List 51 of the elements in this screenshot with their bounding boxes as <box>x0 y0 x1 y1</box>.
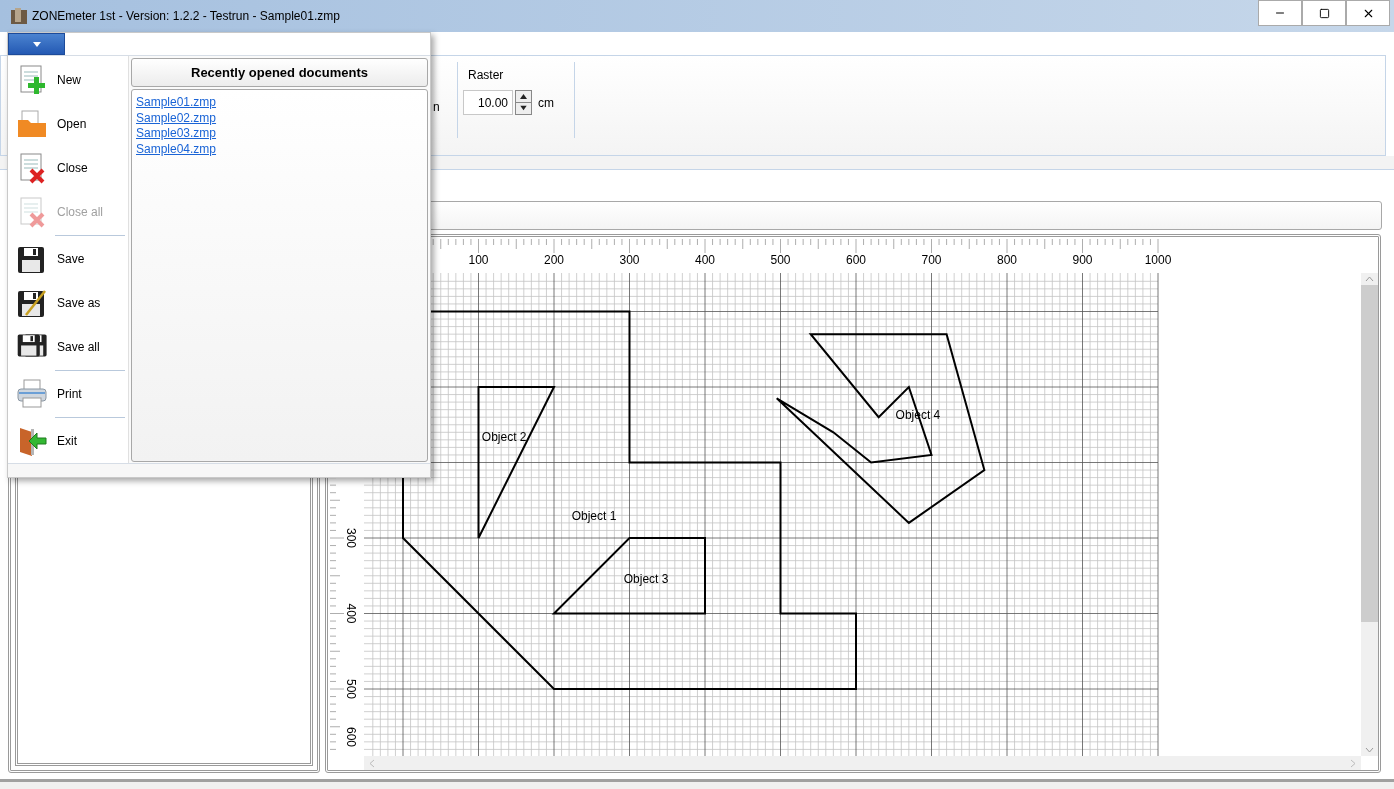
horizontal-scrollbar[interactable] <box>364 756 1361 770</box>
printer-icon <box>16 378 48 410</box>
ruler-label: 100 <box>468 253 489 267</box>
ruler-label: 900 <box>1072 253 1093 267</box>
menu-item[interactable]: Exit <box>8 419 128 463</box>
object-label: Object 3 <box>623 571 669 586</box>
menu-item[interactable]: Save <box>8 237 128 281</box>
raster-spin-field[interactable]: 10.00 <box>463 90 513 115</box>
vertical-scrollbar[interactable] <box>1361 273 1378 756</box>
menu-item[interactable]: Save all <box>8 325 128 369</box>
menu-item[interactable]: Save as <box>8 281 128 325</box>
ruler-label: 700 <box>921 253 942 267</box>
object-label: Object 2 <box>481 429 527 444</box>
menu-item[interactable]: New <box>8 58 128 102</box>
window-title: ZONEmeter 1st - Version: 1.2.2 - Testrun - Sample01.zmp <box>32 8 340 25</box>
ruler-label: 400 <box>344 603 358 624</box>
object-outline[interactable] <box>551 537 706 615</box>
object-outline[interactable] <box>775 333 986 525</box>
object-label: Object 1 <box>571 509 617 524</box>
object-outline[interactable] <box>477 386 556 539</box>
ruler-label: 400 <box>695 253 715 267</box>
maximize-button[interactable] <box>1302 0 1346 26</box>
app-icon <box>10 7 28 25</box>
unit-label: cm <box>538 94 554 112</box>
caret-icon <box>32 41 41 47</box>
ruler-label: 600 <box>846 253 866 267</box>
ruler-label: 1000 <box>1144 253 1172 267</box>
recent-documents-header: Recently opened documents <box>131 58 428 87</box>
recent-document-link[interactable]: Sample04.zmp <box>136 141 217 157</box>
folder-icon <box>16 108 48 140</box>
ruler-label: 200 <box>544 253 564 267</box>
recent-document-link[interactable]: Sample03.zmp <box>136 126 217 142</box>
ribbon-text: n <box>433 99 441 116</box>
menu-item[interactable]: Open <box>8 102 128 146</box>
recent-document-link[interactable]: Sample02.zmp <box>136 110 217 126</box>
maximize-icon <box>1318 7 1330 19</box>
recent-document-link[interactable]: Sample01.zmp <box>136 95 217 111</box>
ruler-label: 500 <box>770 253 791 267</box>
ruler-label: 300 <box>344 528 358 548</box>
scroll-left-icon <box>368 758 377 768</box>
down-arrow-icon <box>516 102 531 113</box>
ruler-label: 500 <box>344 679 358 699</box>
menu-item[interactable]: Print <box>8 372 128 416</box>
ruler-label: 300 <box>619 253 640 267</box>
menu-item[interactable]: Close <box>8 146 128 190</box>
spin-buttons[interactable] <box>515 90 532 115</box>
scroll-thumb[interactable] <box>1361 285 1378 622</box>
scroll-right-icon <box>1348 758 1357 768</box>
ruler-label: 600 <box>344 727 358 747</box>
ruler-label: 800 <box>997 253 1017 267</box>
group-label: Raster <box>467 67 505 84</box>
